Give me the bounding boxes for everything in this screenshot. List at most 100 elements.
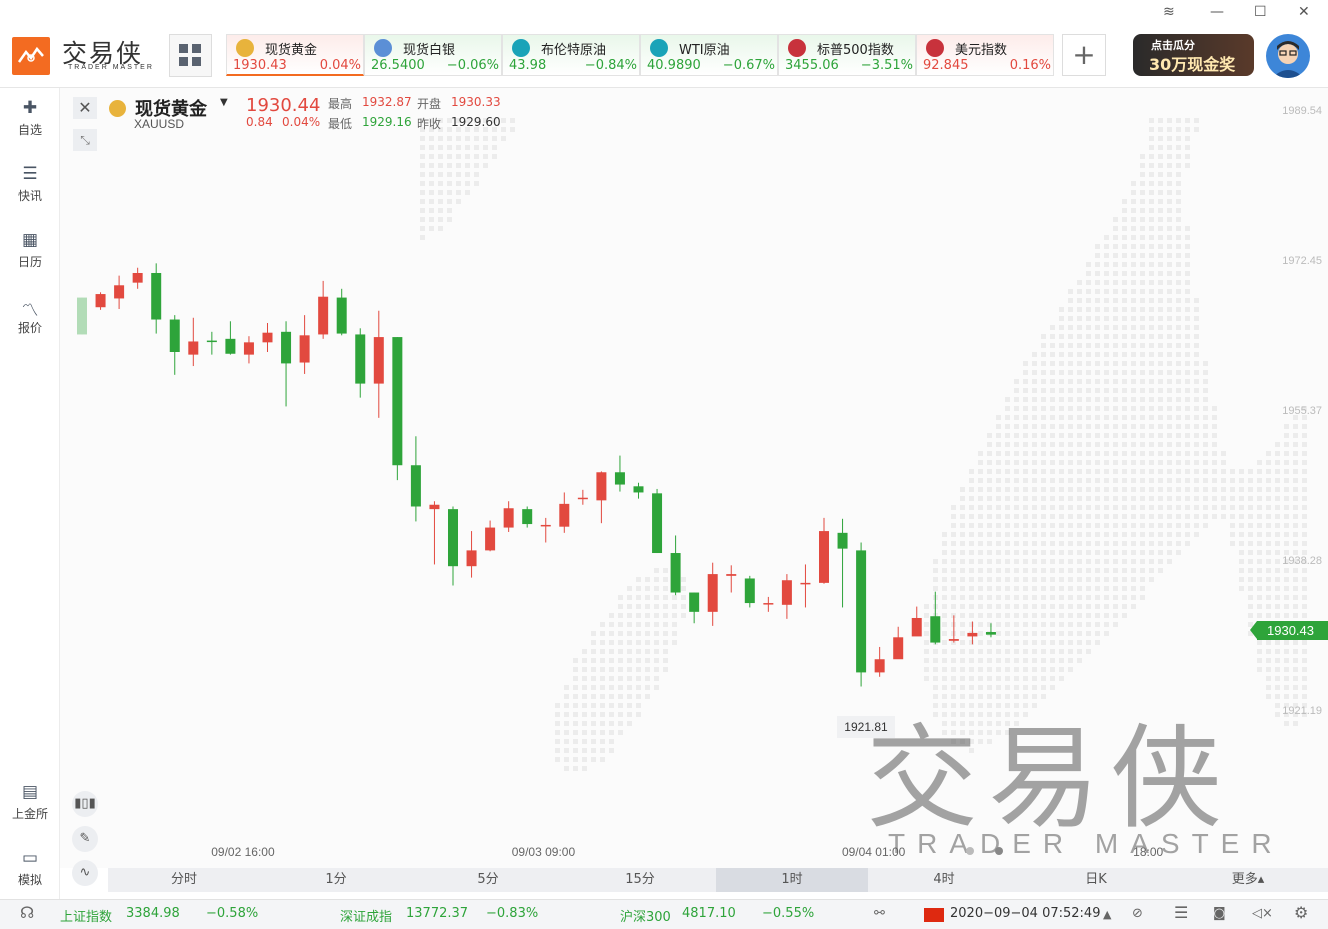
user-avatar[interactable] — [1266, 34, 1310, 78]
candle[interactable] — [874, 646, 885, 677]
candle[interactable] — [132, 267, 143, 289]
timeframe-tab[interactable]: 更多▴ — [1172, 868, 1324, 892]
indicator-tool-button[interactable]: ▮▯▮ — [72, 791, 98, 817]
minimize-button[interactable]: — — [1210, 4, 1224, 20]
promo-banner[interactable]: 点击瓜分 30万现金奖 — [1133, 34, 1254, 76]
page-dot[interactable] — [966, 847, 974, 855]
candle[interactable] — [911, 606, 922, 637]
candle[interactable] — [652, 488, 663, 554]
candle[interactable] — [726, 565, 737, 593]
shrink-chart-button[interactable]: ⤡ — [73, 129, 97, 151]
candle[interactable] — [763, 596, 774, 612]
candle[interactable] — [670, 535, 681, 596]
close-chart-button[interactable]: ✕ — [73, 97, 97, 119]
candle[interactable] — [225, 321, 236, 355]
no-screen-icon[interactable]: ⊘ — [1132, 906, 1143, 921]
quote-tab[interactable]: 美元指数 92.845 0.16% — [916, 34, 1054, 76]
candle[interactable] — [633, 482, 644, 499]
sidebar-item[interactable]: ▤ 上金所 — [0, 772, 60, 832]
candle[interactable] — [689, 592, 700, 624]
candle[interactable] — [596, 471, 607, 524]
candle[interactable] — [781, 574, 792, 619]
maximize-button[interactable]: ☐ — [1254, 4, 1267, 20]
candle[interactable] — [837, 518, 848, 608]
close-window-button[interactable]: ✕ — [1298, 4, 1310, 20]
connection-icon[interactable]: ⚯ — [874, 906, 885, 921]
candle[interactable] — [559, 492, 570, 533]
headset-icon[interactable]: ☊ — [20, 903, 34, 922]
candle[interactable] — [114, 275, 125, 309]
candle[interactable] — [856, 542, 867, 687]
candle[interactable] — [336, 288, 347, 336]
candle[interactable] — [893, 626, 904, 660]
candle[interactable] — [410, 436, 421, 522]
camera-icon[interactable]: ◙ — [1213, 906, 1226, 921]
sidebar-item[interactable]: 〽报价 — [0, 286, 60, 346]
quote-tab[interactable]: 布伦特原油 43.98 −0.84% — [502, 34, 640, 76]
expand-up-icon[interactable]: ▲ — [1103, 908, 1111, 921]
sidebar-item[interactable]: ✚ 自选 — [0, 88, 60, 148]
candle[interactable] — [744, 575, 755, 608]
draw-tool-button[interactable]: ✎ — [72, 826, 98, 852]
candle[interactable] — [948, 615, 959, 643]
timeframe-tab[interactable]: 日K — [1020, 868, 1172, 892]
quote-tab-name: 现货白银 — [403, 43, 456, 58]
sidebar-item[interactable]: ▭ 模拟 — [0, 838, 60, 898]
candle[interactable] — [485, 520, 496, 552]
layout-grid-button[interactable] — [169, 34, 212, 77]
symbol-change-pct: 0.04% — [282, 115, 321, 129]
candle[interactable] — [522, 506, 533, 528]
candle[interactable] — [800, 564, 811, 608]
candle[interactable] — [466, 531, 477, 578]
candle[interactable] — [614, 455, 625, 492]
timeframe-tab[interactable]: 5分 — [412, 868, 564, 892]
add-quote-tab-button[interactable]: + — [1062, 34, 1106, 76]
candle[interactable] — [967, 621, 978, 645]
quote-tab[interactable]: 现货黄金 1930.43 0.04% — [226, 34, 364, 76]
quote-tab[interactable]: 现货白银 26.5400 −0.06% — [364, 34, 502, 76]
candle[interactable] — [188, 317, 199, 367]
timeframe-tab[interactable]: 1分 — [260, 868, 412, 892]
candle[interactable] — [577, 489, 588, 505]
settings-icon[interactable]: ⚙ — [1294, 903, 1308, 922]
candle[interactable] — [318, 280, 329, 339]
candle[interactable] — [243, 336, 254, 364]
candle[interactable] — [373, 310, 384, 418]
candle[interactable] — [355, 328, 366, 398]
timeframe-tab[interactable]: 4时 — [868, 868, 1020, 892]
page-dot-active[interactable] — [995, 847, 1003, 855]
layers-icon[interactable]: ≋ — [1163, 4, 1175, 20]
analysis-tool-button[interactable]: ∿ — [72, 860, 98, 886]
sse-index-name[interactable]: 上证指数 — [60, 906, 112, 925]
candle[interactable] — [262, 323, 273, 352]
symbol-dropdown-icon[interactable]: ▼ — [220, 97, 228, 108]
brand-logo-icon — [12, 37, 50, 75]
sidebar-item[interactable]: ☰ 快讯 — [0, 154, 60, 214]
candle[interactable] — [77, 297, 87, 335]
timeframe-tab[interactable]: 分时 — [108, 868, 260, 892]
candle[interactable] — [819, 517, 829, 584]
quote-tab[interactable]: WTI原油 40.9890 −0.67% — [640, 34, 778, 76]
candle[interactable] — [503, 501, 514, 532]
szse-index-name[interactable]: 深证成指 — [340, 906, 392, 925]
timeframe-tab[interactable]: 15分 — [564, 868, 716, 892]
menu-icon[interactable]: ☰ — [1174, 903, 1188, 922]
candle[interactable] — [169, 315, 180, 375]
sidebar-item[interactable]: ▦ 日历 — [0, 220, 60, 280]
candle[interactable] — [707, 562, 718, 626]
candle[interactable] — [299, 315, 310, 374]
candle[interactable] — [281, 321, 292, 407]
candle[interactable] — [151, 263, 162, 334]
csi300-name[interactable]: 沪深300 — [620, 906, 671, 925]
candle[interactable] — [429, 501, 440, 565]
quote-tab[interactable]: 标普500指数 3455.06 −3.51% — [778, 34, 916, 76]
mute-icon[interactable]: ◁× — [1252, 906, 1273, 921]
timeframe-tab[interactable]: 1时 — [716, 868, 868, 892]
candle[interactable] — [930, 591, 941, 645]
candle[interactable] — [95, 292, 106, 310]
candle[interactable] — [206, 331, 217, 355]
candle[interactable] — [448, 506, 458, 586]
candle[interactable] — [392, 337, 403, 481]
candle-body — [856, 550, 867, 673]
candle[interactable] — [540, 517, 551, 543]
